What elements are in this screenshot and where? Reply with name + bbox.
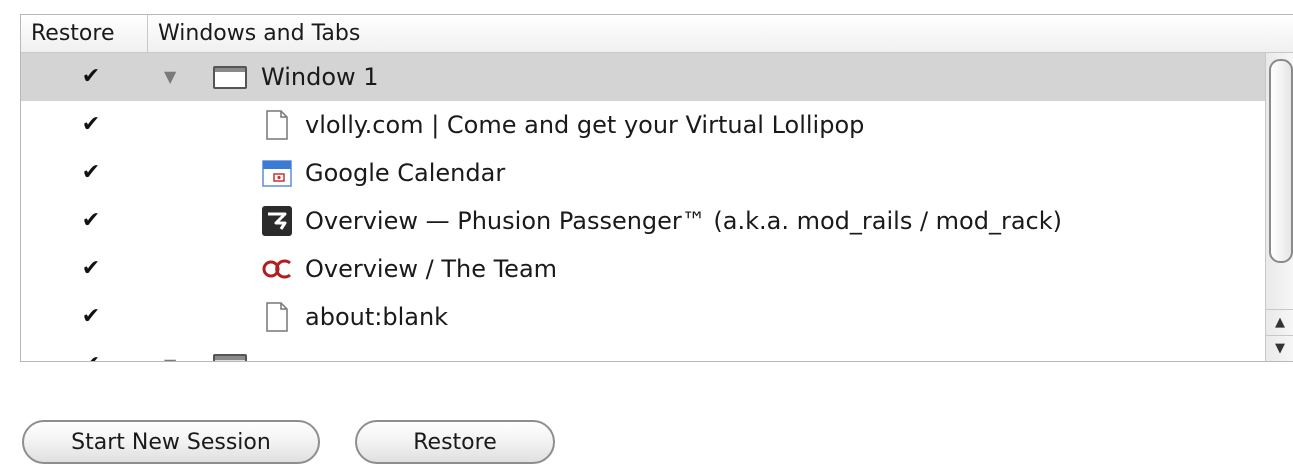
tab-label: about:blank: [305, 303, 449, 331]
restore-checkbox[interactable]: ✔: [79, 149, 103, 197]
document-icon: [266, 110, 288, 140]
restore-button[interactable]: Restore: [355, 420, 555, 464]
google-calendar-icon: [262, 160, 292, 187]
table-row-window-1[interactable]: ✔ ▼ Window 1: [21, 53, 1265, 101]
restore-checkbox[interactable]: ✔: [79, 245, 103, 293]
window-icon: [213, 66, 247, 89]
restore-checkbox[interactable]: ✔: [79, 293, 103, 341]
phusion-passenger-icon: [262, 206, 292, 236]
column-header-windows-and-tabs[interactable]: Windows and Tabs: [148, 15, 1293, 52]
tab-label: vlolly.com | Come and get your Virtual L…: [305, 111, 865, 139]
scrollbar-thumb[interactable]: [1269, 59, 1293, 263]
restore-checkbox[interactable]: ✔: [79, 341, 103, 361]
vertical-scrollbar[interactable]: ▲ ▼: [1265, 53, 1293, 361]
start-new-session-button[interactable]: Start New Session: [22, 420, 320, 464]
disclosure-triangle-icon[interactable]: ▼: [164, 341, 176, 361]
table-row-tab[interactable]: ✔ Overview / The Team: [21, 245, 1265, 293]
table-row-tab[interactable]: ✔ about:blank: [21, 293, 1265, 341]
table-row-tab[interactable]: ✔ Google Calendar: [21, 149, 1265, 197]
tab-label: Google Calendar: [305, 159, 506, 187]
disclosure-triangle-icon[interactable]: ▼: [164, 53, 176, 101]
column-header-restore[interactable]: Restore: [21, 15, 148, 52]
tab-label: Overview — Phusion Passenger™ (a.k.a. mo…: [305, 207, 1062, 235]
restore-checkbox[interactable]: ✔: [79, 101, 103, 149]
window-icon: [213, 354, 247, 361]
table-row-tab[interactable]: ✔ Overview — Phusion Passenger™ (a.k.a. …: [21, 197, 1265, 245]
table-row-window-partial[interactable]: ✔ ▼: [21, 341, 1265, 361]
document-icon: [266, 302, 288, 332]
oc-logo-icon: [262, 259, 291, 279]
tab-label: Overview / The Team: [305, 255, 558, 283]
scroll-up-arrow-icon[interactable]: ▲: [1266, 309, 1293, 336]
table-header: Restore Windows and Tabs: [21, 15, 1293, 53]
table-row-tab[interactable]: ✔ vlolly.com | Come and get your Virtual…: [21, 101, 1265, 149]
session-restore-table: Restore Windows and Tabs ✔ ▼ Window 1 ✔ …: [20, 14, 1293, 362]
table-body: ✔ ▼ Window 1 ✔ vlolly.com | Come and get…: [21, 53, 1265, 361]
restore-checkbox[interactable]: ✔: [79, 197, 103, 245]
restore-checkbox[interactable]: ✔: [79, 53, 103, 101]
scroll-down-arrow-icon[interactable]: ▼: [1266, 335, 1293, 361]
window-label: Window 1: [261, 63, 379, 91]
